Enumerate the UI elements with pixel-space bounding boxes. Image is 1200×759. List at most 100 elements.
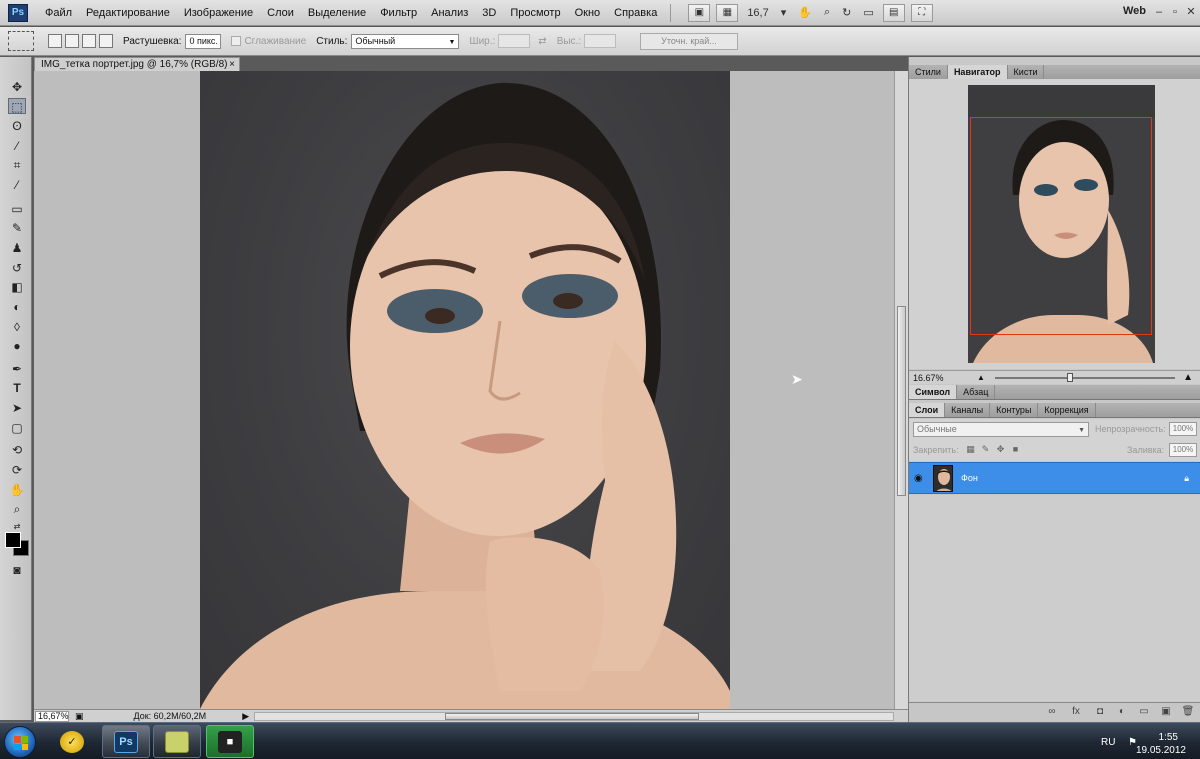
navigator-zoom-value[interactable]: 16.67% — [913, 373, 947, 383]
zoom-icon[interactable]: ⌕ — [8, 501, 26, 517]
close-document-icon[interactable]: × — [229, 58, 235, 71]
taskbar-app-recorder[interactable]: ■ — [206, 725, 254, 758]
swap-icon[interactable]: ⇄ — [538, 36, 546, 47]
menu-help[interactable]: Справка — [607, 7, 664, 19]
portrait-photo[interactable] — [200, 71, 730, 709]
clock-date[interactable]: 19.05.2012 — [1136, 745, 1186, 756]
blur-tool-icon[interactable]: ◊ — [8, 319, 26, 335]
marquee-preset-icon[interactable] — [8, 31, 34, 51]
gradient-tool-icon[interactable]: ◐ — [8, 299, 26, 315]
path-selection-tool-icon[interactable]: ➤ — [8, 400, 26, 416]
tab-brushes[interactable]: Кисти — [1008, 65, 1045, 79]
menu-edit[interactable]: Редактирование — [79, 7, 177, 19]
vertical-scrollbar[interactable] — [894, 71, 908, 709]
menu-analysis[interactable]: Анализ — [424, 7, 475, 19]
minimize-icon[interactable]: – — [1151, 4, 1167, 20]
tab-styles[interactable]: Стили — [909, 65, 948, 79]
hand-icon[interactable]: ✋ — [8, 482, 26, 498]
layer-row-background[interactable]: ◉ Фон 🔒︎ — [909, 462, 1200, 494]
3d-rotate-tool-icon[interactable]: ⟲ — [8, 442, 26, 458]
menu-filter[interactable]: Фильтр — [373, 7, 424, 19]
tab-paths[interactable]: Контуры — [990, 403, 1039, 417]
status-zoom-input[interactable]: 16,67% — [35, 710, 69, 722]
dodge-tool-icon[interactable]: ● — [8, 338, 26, 354]
style-select[interactable]: Обычный — [351, 33, 460, 49]
status-menu-arrow-icon[interactable]: ▶ — [242, 711, 249, 722]
menu-view[interactable]: Просмотр — [503, 7, 567, 19]
menu-image[interactable]: Изображение — [177, 7, 260, 19]
navigator-view-rectangle[interactable] — [970, 117, 1152, 335]
workspace-switcher[interactable]: Web — [1123, 5, 1146, 17]
document-tab[interactable]: IMG_тетка портрет.jpg @ 16,7% (RGB/8) × — [34, 57, 240, 71]
keyboard-language[interactable]: RU — [1101, 737, 1115, 748]
menu-3d[interactable]: 3D — [475, 7, 503, 19]
history-brush-tool-icon[interactable]: ↺ — [8, 260, 26, 276]
height-input[interactable] — [584, 34, 617, 48]
horizontal-scroll-thumb[interactable] — [445, 713, 699, 720]
chevron-down-icon[interactable]: ▾ — [775, 6, 793, 19]
clone-stamp-tool-icon[interactable]: ♟ — [8, 240, 26, 256]
type-tool-icon[interactable]: T — [8, 380, 26, 396]
rotate-view-icon[interactable]: ↻ — [836, 6, 857, 19]
magic-wand-tool-icon[interactable]: ⁄ — [8, 138, 26, 154]
clock-time[interactable]: 1:55 — [1159, 732, 1178, 743]
lock-all-icon[interactable]: ■ — [1010, 444, 1021, 455]
view-extras-icon[interactable]: ▦ — [716, 3, 739, 22]
menu-window[interactable]: Окно — [568, 7, 608, 19]
close-icon[interactable]: ✕ — [1183, 4, 1199, 20]
arrange-documents-icon[interactable]: ▤ — [882, 3, 905, 22]
start-button[interactable] — [4, 726, 36, 758]
refine-edge-button[interactable]: Уточн. край... — [640, 32, 738, 50]
new-group-icon[interactable]: ▭ — [1137, 706, 1151, 717]
color-swatches[interactable] — [5, 532, 29, 556]
shape-tool-icon[interactable]: ▢ — [8, 420, 26, 436]
visibility-eye-icon[interactable]: ◉ — [914, 473, 923, 484]
fill-input[interactable]: 100% — [1169, 443, 1197, 457]
healing-brush-tool-icon[interactable]: ▭ — [8, 201, 26, 217]
tab-character[interactable]: Символ — [909, 385, 958, 399]
new-layer-icon[interactable]: ▣ — [1159, 706, 1173, 717]
zoom-in-icon[interactable]: ▲ — [1183, 372, 1193, 383]
taskbar-app-photoshop[interactable]: Ps — [102, 725, 150, 758]
width-input[interactable] — [498, 34, 531, 48]
delete-layer-icon[interactable]: 🗑︎ — [1181, 706, 1195, 717]
3d-orbit-tool-icon[interactable]: ⟳ — [8, 462, 26, 478]
antialias-checkbox[interactable] — [231, 36, 242, 46]
horizontal-scrollbar[interactable] — [254, 712, 894, 721]
zoom-tool-icon[interactable]: ⌕ — [818, 6, 836, 19]
tab-layers[interactable]: Слои — [909, 403, 946, 417]
opacity-input[interactable]: 100% — [1169, 422, 1197, 436]
zoom-level-dropdown[interactable]: 16,7 — [741, 7, 774, 19]
eraser-tool-icon[interactable]: ◧ — [8, 279, 26, 295]
intersect-selection-icon[interactable] — [99, 34, 113, 48]
screen-mode-icon[interactable]: ⛶ — [910, 3, 933, 22]
lasso-tool-icon[interactable]: ʘ — [8, 118, 26, 134]
add-mask-icon[interactable]: ◘ — [1093, 706, 1107, 717]
link-layers-icon[interactable]: ∞ — [1045, 706, 1059, 717]
subtract-selection-icon[interactable] — [82, 34, 96, 48]
layer-name[interactable]: Фон — [961, 473, 978, 483]
navigator-preview[interactable] — [968, 85, 1155, 363]
quick-mask-icon[interactable]: ◙ — [8, 562, 26, 578]
taskbar-app-notes[interactable] — [153, 725, 201, 758]
maximize-icon[interactable]: ▫ — [1167, 4, 1183, 20]
tab-navigator[interactable]: Навигатор — [947, 65, 1008, 79]
brush-tool-icon[interactable]: ✎ — [8, 220, 26, 236]
layer-style-icon[interactable]: fx — [1069, 706, 1083, 717]
hand-tool-icon[interactable]: ✋ — [792, 6, 818, 19]
add-selection-icon[interactable] — [65, 34, 79, 48]
photoshop-logo-icon[interactable]: Ps — [8, 3, 28, 22]
ruler-icon[interactable]: ▭ — [857, 6, 879, 19]
eyedropper-tool-icon[interactable]: ⁄ — [8, 177, 26, 193]
move-tool-icon[interactable]: ✥ — [8, 79, 26, 95]
blend-mode-select[interactable]: Обычные — [913, 422, 1089, 437]
bridge-icon[interactable]: ▣ — [688, 3, 711, 22]
zoom-slider[interactable] — [995, 373, 1175, 382]
lock-position-icon[interactable]: ✥ — [995, 444, 1006, 455]
zoom-slider-knob[interactable] — [1067, 373, 1073, 382]
tab-paragraph[interactable]: Абзац — [957, 385, 996, 399]
marquee-tool-icon[interactable]: ⬚ — [8, 98, 26, 114]
crop-tool-icon[interactable]: ⌗ — [8, 157, 26, 173]
lock-transparent-icon[interactable]: ▦ — [965, 444, 976, 455]
new-selection-icon[interactable] — [48, 34, 62, 48]
